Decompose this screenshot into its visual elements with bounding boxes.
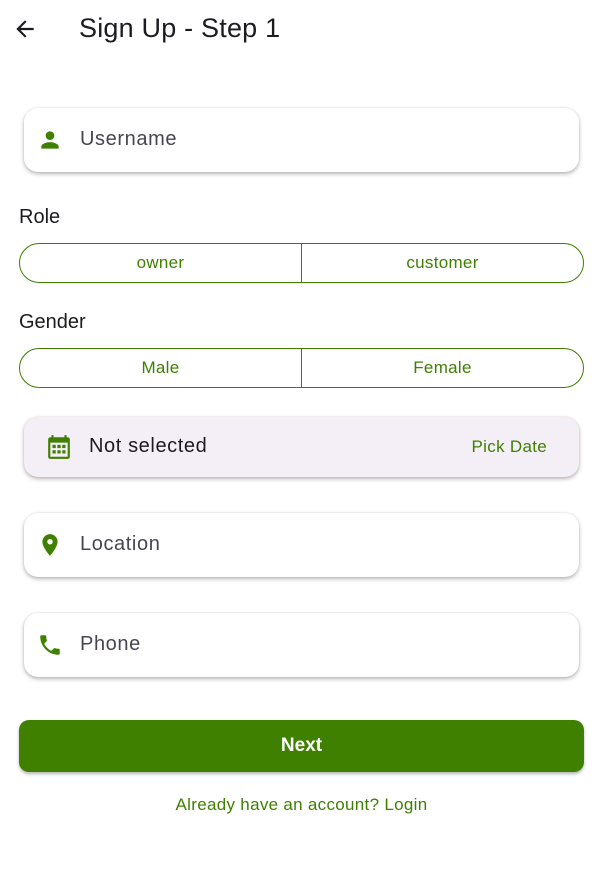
location-field[interactable]: Location	[24, 513, 579, 577]
role-option-owner[interactable]: owner	[20, 244, 301, 282]
pick-date-button[interactable]: Pick Date	[472, 437, 547, 457]
gender-segmented-control: Male Female	[19, 348, 584, 388]
birthdate-value: Not selected	[89, 435, 208, 457]
phone-field[interactable]: Phone	[24, 613, 579, 677]
login-link[interactable]: Already have an account? Login	[0, 795, 603, 815]
username-field[interactable]: Username	[24, 108, 579, 172]
arrow-back-icon	[16, 20, 34, 38]
birthdate-card: Not selected Pick Date	[24, 417, 579, 477]
role-option-customer[interactable]: customer	[301, 244, 583, 282]
person-icon	[37, 127, 63, 153]
next-button[interactable]: Next	[19, 720, 584, 772]
location-pin-icon	[37, 532, 63, 558]
gender-option-female[interactable]: Female	[301, 349, 583, 387]
username-placeholder: Username	[80, 128, 178, 150]
page-title: Sign Up - Step 1	[79, 13, 281, 43]
role-segmented-control: owner customer	[19, 243, 584, 283]
location-placeholder: Location	[80, 533, 161, 555]
gender-option-male[interactable]: Male	[20, 349, 301, 387]
phone-placeholder: Phone	[80, 633, 141, 655]
phone-icon	[37, 632, 63, 658]
app-bar: Sign Up - Step 1	[0, 0, 603, 60]
gender-label: Gender	[19, 311, 86, 333]
calendar-icon	[46, 434, 72, 460]
role-label: Role	[19, 206, 61, 228]
back-button[interactable]	[8, 12, 42, 46]
